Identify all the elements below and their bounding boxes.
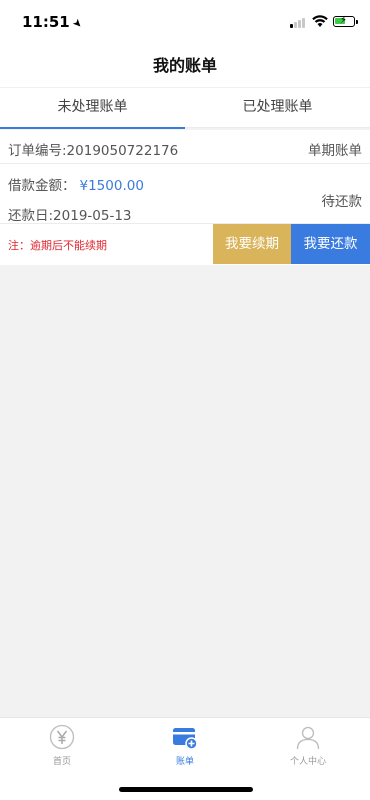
tabbar-bill-label: 账单 bbox=[175, 757, 194, 767]
loan-amount-label: 借款金额： ¥1500.00 bbox=[8, 178, 144, 194]
bill-card: 订单编号:2019050722176 单期账单 借款金额： ¥1500.00 还款… bbox=[0, 130, 370, 265]
status-time: 11:51➤ bbox=[22, 13, 86, 32]
overdue-note: 注：逾期后不能续期 bbox=[8, 239, 107, 252]
battery-icon: ⚡ bbox=[333, 15, 358, 27]
tabbar-bill[interactable]: 账单 bbox=[145, 724, 225, 767]
renew-button[interactable]: 我要续期 bbox=[213, 224, 291, 264]
loan-amount-value: ¥1500.00 bbox=[79, 178, 144, 194]
bill-action-row: 注：逾期后不能续期 我要续期 我要还款 bbox=[0, 224, 370, 264]
bill-type: 单期账单 bbox=[308, 143, 362, 159]
location-arrow-icon: ➤ bbox=[69, 15, 86, 32]
wifi-icon bbox=[312, 15, 328, 27]
user-icon bbox=[296, 726, 320, 750]
tabbar-profile[interactable]: 个人中心 bbox=[268, 724, 348, 767]
status-bar: 11:51➤ ⚡ bbox=[0, 0, 370, 44]
repayment-status: 待还款 bbox=[321, 194, 363, 210]
bill-icon bbox=[173, 728, 198, 750]
order-number: 订单编号:2019050722176 bbox=[8, 143, 179, 159]
bottom-tab-bar: 首页 账单 个人中心 bbox=[0, 717, 370, 800]
home-indicator bbox=[119, 787, 253, 792]
repay-button[interactable]: 我要还款 bbox=[291, 224, 370, 264]
bill-detail-row: 借款金额： ¥1500.00 还款日:2019-05-13 待还款 bbox=[0, 164, 370, 224]
yen-icon bbox=[49, 724, 75, 750]
tabbar-home-label: 首页 bbox=[52, 757, 71, 767]
page-title: 我的账单 bbox=[152, 56, 217, 75]
signal-icon bbox=[290, 18, 308, 28]
tab-processed[interactable]: 已处理账单 bbox=[185, 88, 370, 127]
tabbar-profile-label: 个人中心 bbox=[289, 757, 326, 767]
due-date: 还款日:2019-05-13 bbox=[8, 208, 132, 224]
bill-header-row: 订单编号:2019050722176 单期账单 bbox=[0, 130, 370, 164]
tabbar-home[interactable]: 首页 bbox=[22, 724, 102, 767]
charging-bolt-icon: ⚡ bbox=[340, 15, 348, 26]
bill-tabs: 未处理账单 已处理账单 bbox=[0, 88, 370, 129]
tab-unprocessed[interactable]: 未处理账单 bbox=[0, 88, 185, 129]
navigation-bar: 我的账单 bbox=[0, 44, 370, 88]
